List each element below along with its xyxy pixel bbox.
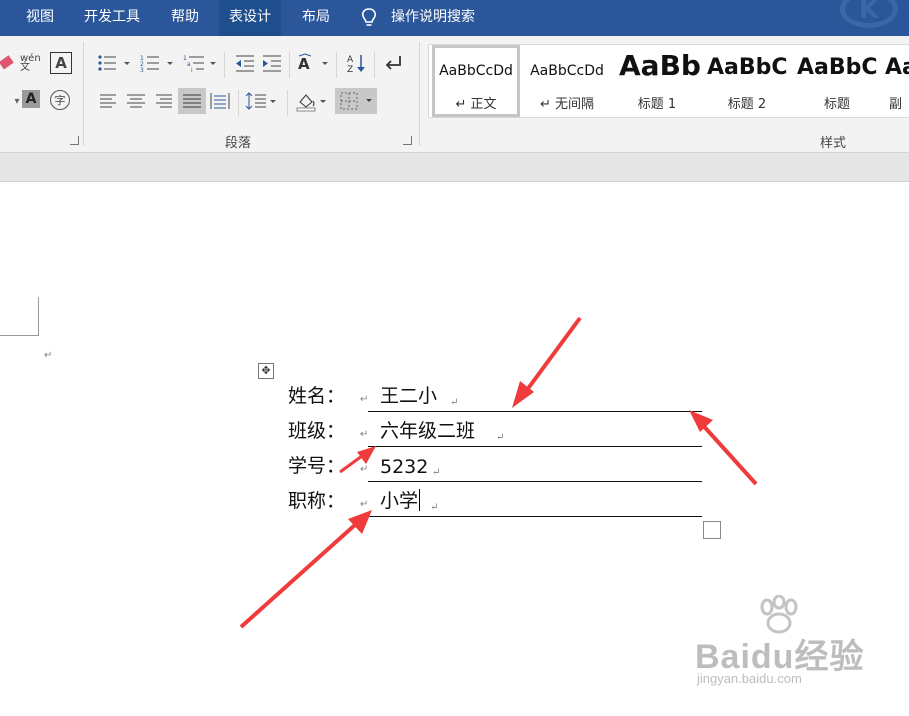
- style-sample: AaBbC: [707, 55, 788, 80]
- styles-gallery: AaBbCcDd ↵ 正文 AaBbCcDd ↵ 无间隔 AaBb 标题 1 A…: [428, 44, 909, 118]
- style-name-normal: ↵ 正文: [455, 97, 497, 112]
- table-row: 学号： ↵ 5232 ↵: [288, 448, 708, 482]
- svg-text:A: A: [298, 55, 310, 73]
- paragraph-dialog-launcher-icon[interactable]: [403, 136, 412, 145]
- document-page[interactable]: ↵ ✥ 姓名： ↵ 王二小 ↵ 班级： ↵ 六年级二班 ↵ 学号： ↵ 5232…: [0, 182, 909, 716]
- style-name-label: 无间隔: [555, 97, 595, 112]
- field-value-text: 王二小: [380, 385, 438, 407]
- tab-table-design[interactable]: 表设计: [219, 0, 281, 36]
- field-value-class[interactable]: 六年级二班 ↵: [368, 416, 702, 447]
- style-name-label: 正文: [470, 97, 497, 112]
- field-value-text: 六年级二班: [380, 420, 476, 442]
- bullets-icon[interactable]: [96, 52, 132, 74]
- field-label-student-id: 学号：: [288, 455, 346, 477]
- multilevel-list-icon[interactable]: 1ai: [182, 52, 218, 74]
- field-value-text: 小学: [380, 486, 421, 513]
- svg-text:A: A: [347, 55, 354, 65]
- paragraph-mark: ↵: [44, 350, 53, 361]
- chinese-layout-icon[interactable]: A: [296, 52, 330, 74]
- cell-end-mark: ↵: [432, 467, 441, 478]
- sort-icon[interactable]: AZ: [344, 52, 370, 74]
- shading-icon[interactable]: [294, 90, 330, 112]
- style-normal[interactable]: AaBbCcDd ↵ 正文: [432, 45, 520, 117]
- field-label-name: 姓名：: [288, 385, 346, 407]
- line-spacing-icon[interactable]: [244, 90, 280, 112]
- cell-end-mark: ↵: [450, 397, 459, 408]
- style-sample: AaBb: [619, 49, 701, 82]
- tab-help[interactable]: 帮助: [171, 0, 199, 36]
- ribbon-separator: [419, 42, 420, 146]
- style-sample: Aa: [885, 55, 909, 80]
- table-row: 职称： ↵ 小学 ↵: [288, 483, 708, 517]
- table-row: 班级： ↵ 六年级二班 ↵: [288, 413, 708, 447]
- tell-me-search[interactable]: 操作说明搜索: [391, 0, 475, 34]
- field-value-student-id[interactable]: 5232 ↵: [368, 451, 702, 482]
- style-name-subtitle: 副: [889, 97, 903, 112]
- ribbon-separator: [374, 52, 375, 78]
- style-name-heading-1: 标题 1: [637, 97, 677, 112]
- cell-end-mark: ↵: [496, 432, 505, 443]
- distributed-icon[interactable]: [207, 90, 233, 112]
- numbering-icon[interactable]: 123: [139, 52, 175, 74]
- field-label-class: 班级：: [288, 420, 346, 442]
- styles-group-label: 样式: [820, 136, 847, 151]
- paragraph-group-label: 段落: [225, 136, 252, 151]
- style-name-heading-2: 标题 2: [727, 97, 767, 112]
- align-left-icon[interactable]: [96, 90, 122, 112]
- svg-text:3: 3: [140, 67, 144, 74]
- style-subtitle[interactable]: Aa 副: [883, 45, 909, 117]
- cell-end-mark: ↵: [430, 502, 439, 513]
- field-value-title-text: 小学: [380, 490, 419, 512]
- table-move-handle-icon[interactable]: ✥: [258, 363, 274, 379]
- field-value-name[interactable]: 王二小 ↵: [368, 381, 702, 412]
- ribbon-separator: [83, 42, 84, 146]
- ribbon-separator: [224, 52, 225, 78]
- field-label-title: 职称：: [288, 490, 346, 512]
- style-sample: AaBbCcDd: [530, 63, 604, 79]
- svg-text:i: i: [191, 67, 193, 74]
- style-name-title: 标题: [823, 97, 850, 112]
- style-sample: AaBbCcDd: [439, 63, 513, 79]
- lightbulb-icon[interactable]: [360, 7, 378, 29]
- style-no-spacing[interactable]: AaBbCcDd ↵ 无间隔: [523, 45, 611, 117]
- justify-icon[interactable]: [178, 88, 206, 114]
- eraser-icon[interactable]: [0, 52, 16, 74]
- ribbon-separator: [289, 52, 290, 78]
- decrease-indent-icon[interactable]: [232, 52, 258, 74]
- show-marks-icon[interactable]: [382, 52, 408, 74]
- tab-developer[interactable]: 开发工具: [84, 0, 140, 36]
- phonetic-guide-icon[interactable]: wén文: [20, 52, 46, 74]
- tab-view[interactable]: 视图: [26, 0, 54, 36]
- style-heading-2[interactable]: AaBbC 标题 2: [703, 45, 791, 117]
- borders-icon[interactable]: [335, 88, 377, 114]
- enclose-character-icon[interactable]: 字: [50, 90, 70, 110]
- watermark-url: jingyan.baidu.com: [697, 671, 802, 686]
- baidu-jingyan-watermark: Baidu经验 jingyan.baidu.com: [695, 595, 909, 716]
- ribbon-separator: [238, 90, 239, 116]
- text-cursor: [419, 489, 421, 511]
- ribbon-separator: [287, 90, 288, 116]
- ribbon-separator: [336, 52, 337, 78]
- table-resize-handle[interactable]: [703, 521, 721, 539]
- tab-layout[interactable]: 布局: [302, 0, 330, 36]
- character-border-icon[interactable]: A: [50, 52, 72, 74]
- style-heading-1[interactable]: AaBb 标题 1: [613, 45, 701, 117]
- ruler-strip: [0, 153, 909, 182]
- character-shading-icon[interactable]: A: [22, 90, 40, 108]
- account-logo[interactable]: K: [840, 0, 898, 28]
- field-value-title[interactable]: 小学 ↵: [368, 486, 702, 517]
- font-dialog-launcher-icon[interactable]: [70, 136, 79, 145]
- ribbon-tab-bar: 视图 开发工具 帮助 表设计 布局 操作说明搜索 K: [0, 0, 909, 36]
- margin-corner-mark: [0, 297, 39, 336]
- svg-text:Z: Z: [347, 65, 353, 74]
- ribbon: wén文 A ▾ A 字 123 1ai A AZ 段落 AaBbCcDd ↵ …: [0, 36, 909, 153]
- style-name-no-spacing: ↵ 无间隔: [539, 97, 595, 112]
- center-icon[interactable]: [123, 90, 149, 112]
- style-sample: AaBbC: [797, 55, 878, 80]
- table-row: 姓名： ↵ 王二小 ↵: [288, 378, 708, 412]
- field-value-text: 5232: [380, 456, 429, 478]
- style-title[interactable]: AaBbC 标题: [793, 45, 881, 117]
- align-right-icon[interactable]: [150, 90, 176, 112]
- increase-indent-icon[interactable]: [259, 52, 285, 74]
